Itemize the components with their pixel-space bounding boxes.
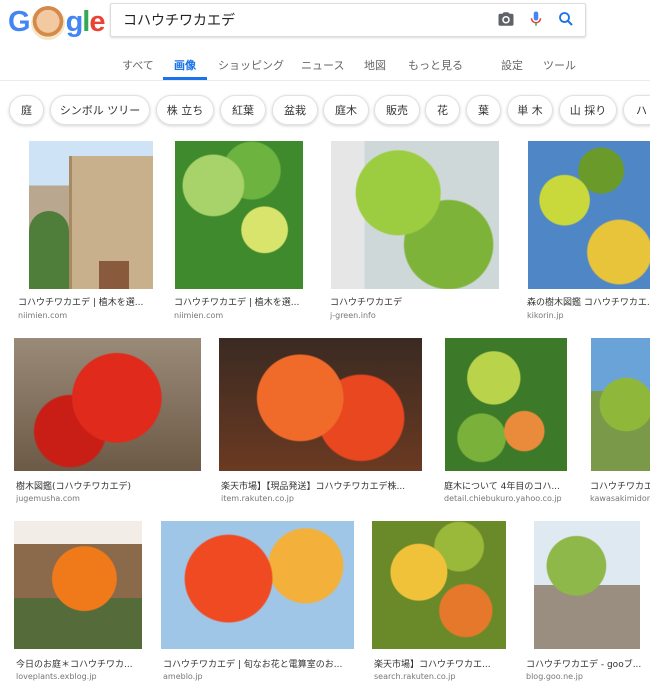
result-title[interactable]: 庭木について 4年目のコハ... [444, 479, 572, 492]
result-domain[interactable]: blog.goo.ne.jp [526, 672, 650, 681]
result-thumbnail[interactable] [372, 521, 506, 649]
chip-autumn-leaves[interactable]: 紅葉 [220, 95, 266, 125]
result-thumbnail[interactable] [331, 141, 499, 289]
tab-settings[interactable]: 設定 [501, 57, 523, 73]
image-result[interactable]: 森の樹木図鑑 コハウチワカエ... kikorin.jp [525, 141, 650, 321]
chip-garden[interactable]: 庭 [9, 95, 44, 125]
result-title[interactable]: コハウチワカエデ - gooブ... [526, 657, 650, 670]
result-title[interactable]: 楽天市場】【現品発送】コハウチワカエデ株... [221, 479, 421, 492]
image-result[interactable]: 樹木図鑑(コハウチワカエデ) jugemusha.com [14, 338, 204, 508]
tab-images[interactable]: 画像 [174, 57, 196, 73]
result-title[interactable]: 今日のお庭＊コハウチワカ... [16, 657, 146, 670]
result-domain[interactable]: niimien.com [18, 311, 153, 320]
tab-more[interactable]: もっと見る [408, 57, 463, 73]
result-domain[interactable]: detail.chiebukuro.yahoo.co.jp [444, 494, 572, 503]
search-icon[interactable] [557, 10, 575, 28]
result-thumbnail[interactable] [161, 521, 354, 649]
tab-maps[interactable]: 地図 [364, 57, 386, 73]
result-title[interactable]: 楽天市場】コハウチワカエ... [374, 657, 509, 670]
doodle-face-icon [30, 6, 65, 40]
image-result[interactable]: 楽天市場】【現品発送】コハウチワカエデ株... item.rakuten.co.… [219, 338, 429, 508]
result-thumbnail[interactable] [29, 141, 153, 289]
tab-news[interactable]: ニュース [301, 57, 344, 73]
result-thumbnail[interactable] [14, 338, 201, 471]
result-thumbnail[interactable] [534, 521, 640, 649]
image-result[interactable]: 庭木について 4年目のコハ... detail.chiebukuro.yahoo… [442, 338, 572, 508]
result-domain[interactable]: j-green.info [330, 311, 500, 320]
result-title[interactable]: コハウチワカエ [590, 479, 650, 492]
result-title[interactable]: コハウチワカエデ [330, 295, 500, 308]
result-thumbnail[interactable] [219, 338, 422, 471]
search-input[interactable] [123, 10, 483, 30]
tab-all[interactable]: すべて [122, 57, 154, 73]
active-tab-indicator [163, 77, 207, 80]
image-result[interactable]: コハウチワカエデ j-green.info [328, 141, 503, 321]
result-domain[interactable]: jugemusha.com [16, 494, 201, 503]
image-result[interactable]: 楽天市場】コハウチワカエ... search.rakuten.co.jp [372, 521, 512, 691]
image-result[interactable]: コハウチワカエデ - gooブ... blog.goo.ne.jp [524, 521, 650, 691]
chip-bonsai[interactable]: 盆栽 [272, 95, 318, 125]
image-result[interactable]: コハウチワカエデ | 旬なお花と電算室のお... ameblo.jp [161, 521, 359, 691]
related-search-chips: 庭 シンボル ツリー 株 立ち 紅葉 盆栽 庭木 販売 花 葉 単 木 山 採り… [0, 87, 650, 135]
image-result[interactable]: コハウチワカエ kawasakimidori... [588, 338, 650, 508]
result-thumbnail[interactable] [445, 338, 567, 471]
result-title[interactable]: コハウチワカエデ | 植木を選... [18, 295, 153, 308]
chip-sale[interactable]: 販売 [374, 95, 420, 125]
result-domain[interactable]: item.rakuten.co.jp [221, 494, 421, 503]
result-title[interactable]: 樹木図鑑(コハウチワカエデ) [16, 479, 201, 492]
search-box [110, 3, 586, 37]
chip-wild-collected[interactable]: 山 採り [559, 95, 617, 125]
chip-single-stem[interactable]: 単 木 [507, 95, 553, 125]
result-title[interactable]: コハウチワカエデ | 旬なお花と電算室のお... [163, 657, 358, 670]
result-title[interactable]: 森の樹木図鑑 コハウチワカエ... [527, 295, 650, 308]
chip-truncated[interactable]: ハ [623, 95, 650, 125]
result-domain[interactable]: niimien.com [174, 311, 309, 320]
chip-garden-tree[interactable]: 庭木 [323, 95, 369, 125]
chip-symbol-tree[interactable]: シンボル ツリー [50, 95, 150, 125]
result-domain[interactable]: loveplants.exblog.jp [16, 672, 146, 681]
result-domain[interactable]: ameblo.jp [163, 672, 358, 681]
image-result[interactable]: 今日のお庭＊コハウチワカ... loveplants.exblog.jp [14, 521, 149, 691]
chip-leaf[interactable]: 葉 [466, 95, 501, 125]
image-result[interactable]: コハウチワカエデ | 植木を選... niimien.com [172, 141, 312, 321]
tab-tools[interactable]: ツール [543, 57, 576, 73]
google-image-search-page: Ggle すべて 画像 ショッピング ニュース 地図 もっと見る 設定 ツール … [0, 0, 650, 691]
result-thumbnail[interactable] [14, 521, 142, 649]
chip-flower[interactable]: 花 [425, 95, 460, 125]
chip-multi-stem[interactable]: 株 立ち [156, 95, 214, 125]
microphone-icon[interactable] [527, 10, 545, 28]
search-tabs: すべて 画像 ショッピング ニュース 地図 もっと見る 設定 ツール [0, 38, 650, 81]
camera-icon[interactable] [497, 10, 515, 28]
result-domain[interactable]: search.rakuten.co.jp [374, 672, 509, 681]
image-result[interactable]: コハウチワカエデ | 植木を選... niimien.com [16, 141, 156, 321]
result-thumbnail[interactable] [528, 141, 650, 289]
result-thumbnail[interactable] [591, 338, 650, 471]
result-title[interactable]: コハウチワカエデ | 植木を選... [174, 295, 309, 308]
result-domain[interactable]: kikorin.jp [527, 311, 650, 320]
tab-shopping[interactable]: ショッピング [218, 57, 284, 73]
google-doodle-logo[interactable]: Ggle [8, 4, 105, 40]
result-thumbnail[interactable] [175, 141, 303, 289]
result-domain[interactable]: kawasakimidori... [590, 494, 650, 503]
